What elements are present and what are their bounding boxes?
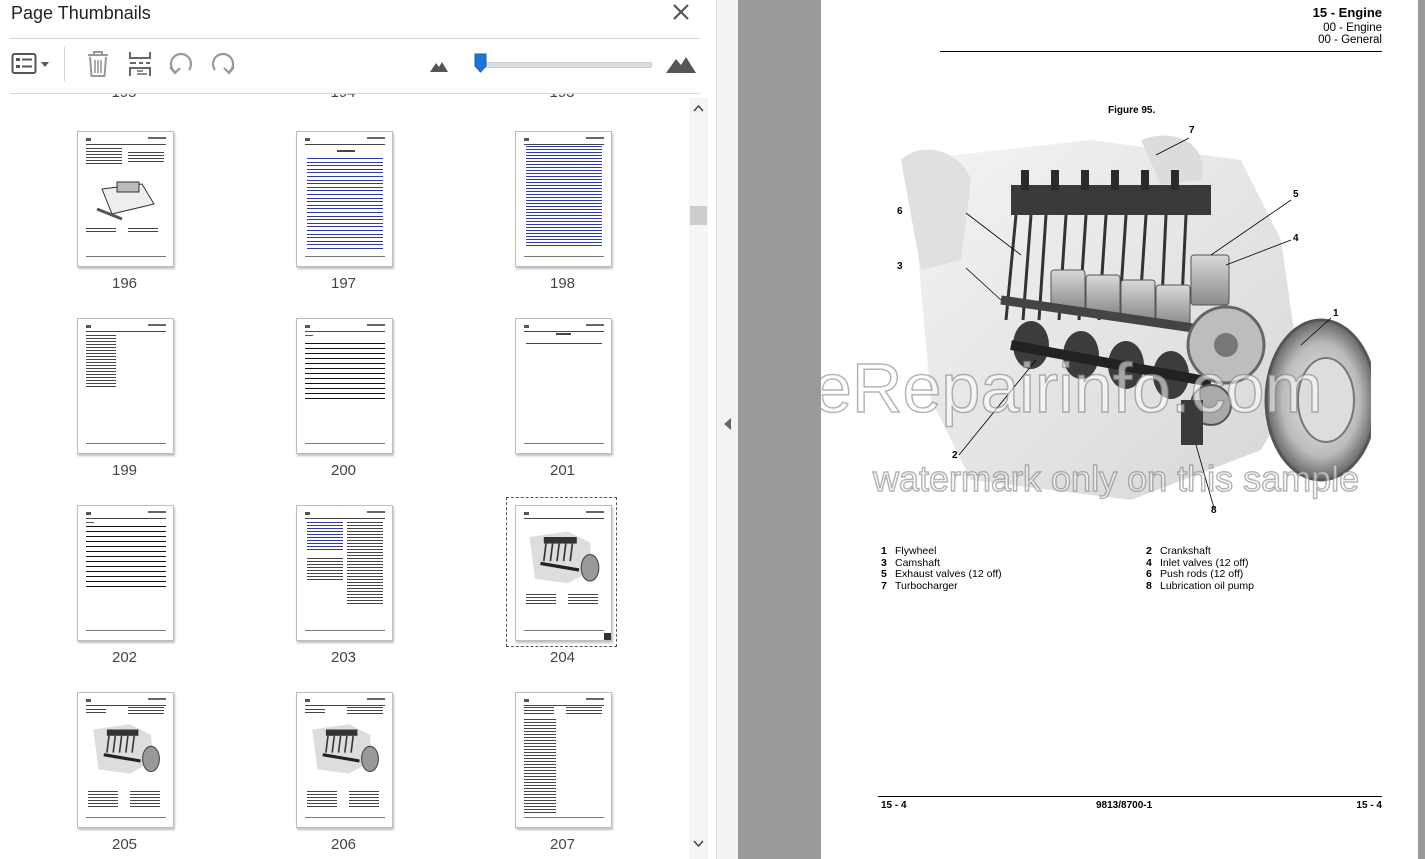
close-icon[interactable] bbox=[668, 0, 694, 26]
rotate-clockwise-icon[interactable] bbox=[209, 50, 237, 78]
watermark: eRepairinfo.com bbox=[821, 348, 1323, 428]
figure-callout: 3 bbox=[897, 261, 903, 272]
thumbnail-size-slider-handle[interactable] bbox=[474, 53, 487, 73]
thumbnail-page-number: 203 bbox=[330, 649, 357, 666]
thumbnail-page-number: 200 bbox=[330, 462, 357, 479]
footer-doc-number: 9813/8700-1 bbox=[1096, 800, 1153, 811]
thumbnail-page-number: 207 bbox=[549, 836, 576, 853]
figure-callout: 1 bbox=[1333, 308, 1339, 319]
legend-item: 3 Camshaft bbox=[881, 557, 940, 569]
figure-callout: 7 bbox=[1189, 125, 1195, 136]
legend-label: Camshaft bbox=[895, 556, 940, 569]
subsubsection-heading: 00 - General bbox=[1318, 34, 1382, 46]
resize-handle[interactable] bbox=[604, 633, 611, 640]
header-rule bbox=[940, 51, 1382, 52]
legend-item: 2 Crankshaft bbox=[1146, 545, 1211, 557]
panel-title: Page Thumbnails bbox=[11, 3, 151, 23]
legend-number: 1 bbox=[881, 545, 887, 557]
thumbnail-page-number: 206 bbox=[330, 836, 357, 853]
thumbnail-page-number: 197 bbox=[330, 275, 357, 292]
page-thumbnail[interactable] bbox=[515, 692, 612, 828]
legend-item: 6 Push rods (12 off) bbox=[1146, 568, 1243, 580]
legend-item: 1 Flywheel bbox=[881, 545, 936, 557]
page-thumbnail[interactable] bbox=[515, 131, 612, 267]
legend-item: 7 Turbocharger bbox=[881, 580, 958, 592]
page-thumbnail[interactable] bbox=[77, 318, 174, 454]
legend-label: Turbocharger bbox=[895, 580, 958, 593]
thumbnail-scrollbar[interactable] bbox=[689, 98, 708, 859]
figure-callout: 8 bbox=[1211, 505, 1217, 516]
panel-splitter[interactable] bbox=[716, 0, 739, 859]
page-thumbnail[interactable] bbox=[77, 692, 174, 828]
document-page: 15 - Engine 00 - Engine 00 - General Fig… bbox=[821, 0, 1418, 859]
document-background bbox=[738, 0, 821, 859]
footer-page-left: 15 - 4 bbox=[881, 800, 907, 811]
legend-item: 5 Exhaust valves (12 off) bbox=[881, 568, 1002, 580]
legend-label: Lubrication oil pump bbox=[1160, 580, 1254, 593]
trash-icon[interactable] bbox=[85, 49, 111, 79]
figure-callout: 6 bbox=[897, 206, 903, 217]
legend-label: Exhaust valves (12 off) bbox=[895, 568, 1002, 581]
thumbnail-page-number: 202 bbox=[111, 649, 138, 666]
thumbnail-page-number: 201 bbox=[549, 462, 576, 479]
scroll-up-icon[interactable] bbox=[693, 104, 704, 112]
footer-rule bbox=[878, 796, 1382, 797]
page-thumbnail[interactable] bbox=[77, 131, 174, 267]
document-background bbox=[1418, 0, 1425, 859]
page-thumbnails-panel: Page Thumbnails 195 bbox=[0, 0, 716, 859]
thumbnail-page-number: 198 bbox=[549, 275, 576, 292]
legend-label: Flywheel bbox=[895, 545, 937, 557]
legend-number: 8 bbox=[1146, 580, 1152, 593]
rotate-counterclockwise-icon[interactable] bbox=[167, 50, 195, 78]
cut-off-page-number: 194 bbox=[323, 94, 363, 101]
legend-number: 5 bbox=[881, 568, 887, 581]
scroll-down-icon[interactable] bbox=[693, 840, 704, 848]
legend-item: 8 Lubrication oil pump bbox=[1146, 580, 1254, 592]
legend-label: Crankshaft bbox=[1160, 545, 1211, 557]
zoom-out-mountain-icon[interactable] bbox=[430, 59, 448, 72]
page-thumbnail[interactable] bbox=[77, 505, 174, 641]
legend-number: 2 bbox=[1146, 545, 1152, 557]
legend-number: 3 bbox=[881, 556, 887, 569]
watermark: watermark only on this sample bbox=[872, 457, 1360, 500]
divider bbox=[10, 38, 700, 39]
legend-label: Push rods (12 off) bbox=[1160, 568, 1244, 581]
figure-callout: 4 bbox=[1293, 233, 1299, 244]
thumbnail-page-number: 199 bbox=[111, 462, 138, 479]
page-thumbnail[interactable] bbox=[296, 318, 393, 454]
page-thumbnail[interactable] bbox=[296, 505, 393, 641]
subsection-heading: 00 - Engine bbox=[1323, 22, 1382, 34]
figure-label: Figure 95. bbox=[1108, 105, 1156, 116]
section-heading: 15 - Engine bbox=[1312, 5, 1382, 20]
options-menu-icon[interactable] bbox=[11, 52, 53, 76]
thumbnail-grid: 195 194 193 196 197 198 199 bbox=[0, 94, 689, 859]
thumbnail-page-number: 196 bbox=[111, 275, 138, 292]
page-thumbnail[interactable] bbox=[515, 505, 612, 641]
footer-page-right: 15 - 4 bbox=[1356, 800, 1382, 811]
legend-label: Inlet valves (12 off) bbox=[1160, 556, 1249, 569]
thumbnail-page-number: 205 bbox=[111, 836, 138, 853]
thumbnail-size-slider-track[interactable] bbox=[478, 62, 652, 68]
legend-number: 7 bbox=[881, 580, 887, 593]
collapse-panel-icon[interactable] bbox=[723, 418, 732, 430]
legend-item: 4 Inlet valves (12 off) bbox=[1146, 557, 1249, 569]
legend-number: 6 bbox=[1146, 568, 1152, 581]
cut-off-page-number: 193 bbox=[542, 94, 582, 101]
insert-pages-icon[interactable] bbox=[127, 49, 153, 79]
thumbnail-page-number: 204 bbox=[549, 649, 576, 666]
page-thumbnail[interactable] bbox=[296, 692, 393, 828]
cut-off-page-number: 195 bbox=[104, 94, 144, 101]
page-thumbnail[interactable] bbox=[296, 131, 393, 267]
toolbar-separator bbox=[64, 47, 65, 81]
legend-number: 4 bbox=[1146, 556, 1152, 569]
zoom-in-mountain-icon[interactable] bbox=[666, 54, 696, 73]
page-thumbnail[interactable] bbox=[515, 318, 612, 454]
scrollbar-thumb[interactable] bbox=[690, 206, 707, 225]
figure-callout: 5 bbox=[1293, 189, 1299, 200]
